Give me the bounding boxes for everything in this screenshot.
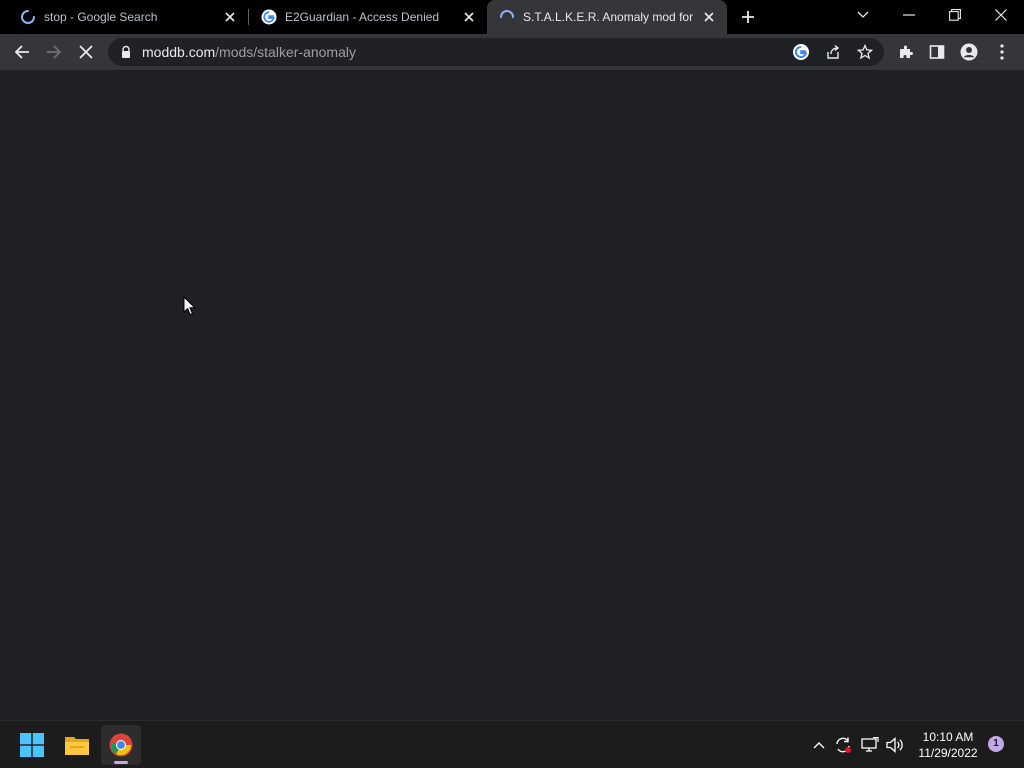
forward-button[interactable] xyxy=(39,37,69,67)
active-app-indicator xyxy=(114,761,128,764)
clock-date: 11/29/2022 xyxy=(918,746,978,760)
close-icon[interactable] xyxy=(701,9,717,25)
stop-loading-button[interactable] xyxy=(71,37,101,67)
windows-start-icon xyxy=(20,733,44,757)
tab-e2guardian[interactable]: E2Guardian - Access Denied xyxy=(249,0,487,34)
system-clock[interactable]: 10:10 AM 11/29/2022 xyxy=(912,729,984,761)
chrome-icon xyxy=(109,733,133,757)
clock-time: 10:10 AM xyxy=(922,730,974,744)
restore-button[interactable] xyxy=(932,0,978,30)
page-content[interactable] xyxy=(0,71,1024,720)
tab-strip: stop - Google Search E2Guardian - Access… xyxy=(0,0,1024,34)
lock-icon[interactable] xyxy=(119,45,133,59)
side-panel-button[interactable] xyxy=(922,37,952,67)
new-tab-button[interactable] xyxy=(734,3,762,31)
menu-button[interactable] xyxy=(987,37,1017,67)
loading-spinner-icon xyxy=(20,9,36,25)
taskbar: 10:10 AM 11/29/2022 xyxy=(0,720,1024,768)
url-text[interactable]: moddb.com/mods/stalker-anomaly xyxy=(142,38,356,66)
loading-spinner-icon xyxy=(499,9,515,25)
url-host: moddb.com xyxy=(142,44,216,60)
tab-search-button[interactable] xyxy=(840,0,886,30)
bookmark-star-icon[interactable] xyxy=(855,42,875,62)
google-g-icon xyxy=(261,9,277,25)
share-icon[interactable] xyxy=(823,42,843,62)
tab-stop-google-search[interactable]: stop - Google Search xyxy=(8,0,248,34)
file-explorer-button[interactable] xyxy=(57,725,97,765)
tab-title: stop - Google Search xyxy=(44,10,158,24)
tab-title: S.T.A.L.K.E.R. Anomaly mod for S.T.A.L.K… xyxy=(523,10,695,24)
profile-button[interactable] xyxy=(954,37,984,67)
tab-title: E2Guardian - Access Denied xyxy=(285,10,440,24)
back-button[interactable] xyxy=(7,37,37,67)
show-hidden-icons-chevron-icon[interactable] xyxy=(809,735,829,755)
close-icon[interactable] xyxy=(222,9,238,25)
network-icon[interactable] xyxy=(860,735,880,755)
notification-badge[interactable]: 1 xyxy=(988,736,1004,752)
google-lens-icon[interactable] xyxy=(791,42,811,62)
browser-toolbar: moddb.com/mods/stalker-anomaly xyxy=(0,34,1024,71)
sync-icon[interactable] xyxy=(833,735,853,755)
chrome-button[interactable] xyxy=(101,725,141,765)
minimize-button[interactable] xyxy=(886,0,932,30)
close-icon[interactable] xyxy=(461,9,477,25)
start-button[interactable] xyxy=(12,725,52,765)
extensions-button[interactable] xyxy=(891,37,921,67)
close-window-button[interactable] xyxy=(978,0,1024,30)
file-explorer-icon xyxy=(65,737,89,755)
url-path: /mods/stalker-anomaly xyxy=(215,44,356,60)
volume-icon[interactable] xyxy=(885,735,905,755)
address-bar[interactable]: moddb.com/mods/stalker-anomaly xyxy=(108,38,884,66)
tab-stalker-anomaly[interactable]: S.T.A.L.K.E.R. Anomaly mod for S.T.A.L.K… xyxy=(487,0,727,34)
mouse-cursor-icon xyxy=(183,295,197,321)
